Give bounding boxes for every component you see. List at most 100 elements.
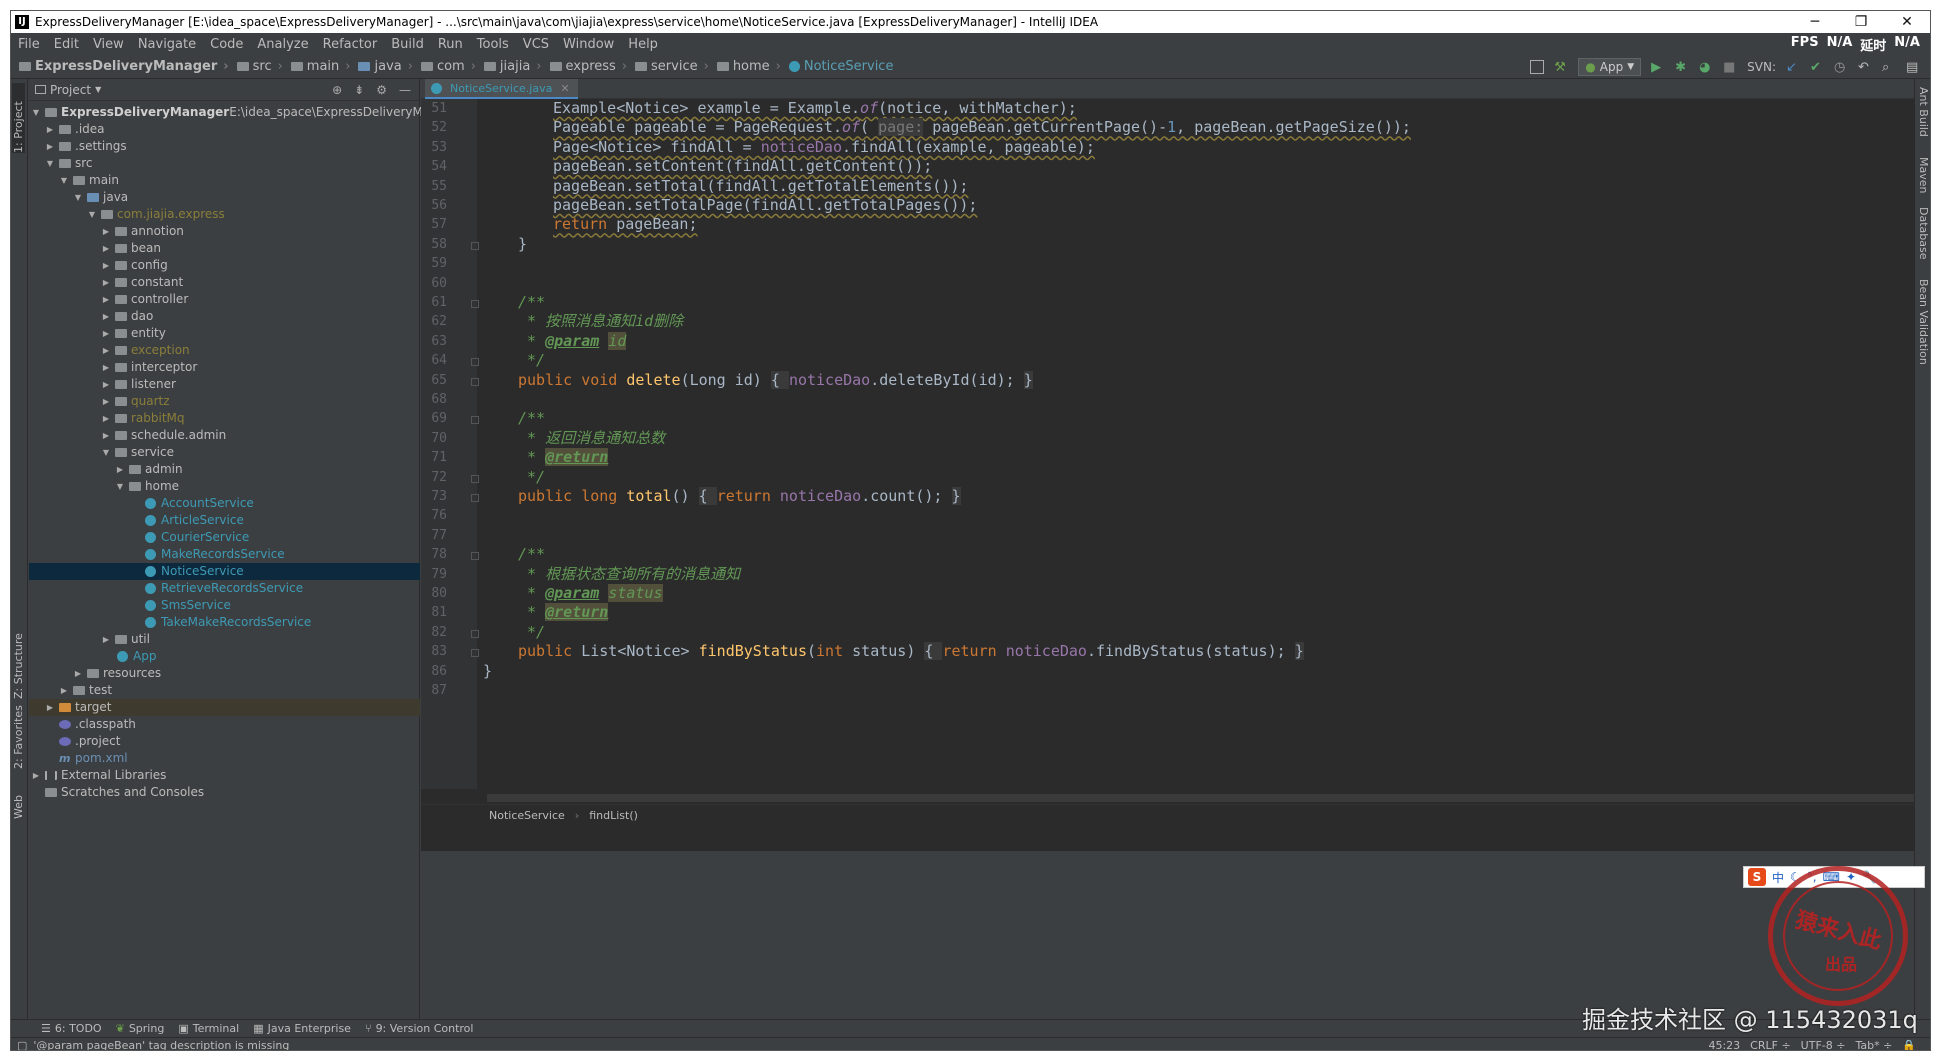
tree-item[interactable]: ▶ interceptor [29, 359, 420, 376]
menu-refactor[interactable]: Refactor [316, 37, 385, 52]
tab-maven[interactable]: Maven [1917, 157, 1930, 193]
tree-item[interactable]: ▶ annotion [29, 223, 420, 240]
locate-icon[interactable]: ⊕ [332, 83, 342, 97]
build-hammer-icon[interactable]: ⚒ [1554, 60, 1568, 75]
fold-marker-icon[interactable] [471, 494, 479, 502]
fold-marker-icon[interactable] [471, 416, 479, 425]
debug-icon[interactable]: ✱ [1675, 60, 1689, 75]
tree-item-class-selected[interactable]: NoticeService [29, 563, 420, 580]
tab-project[interactable]: 1: Project [12, 83, 25, 153]
menu-run[interactable]: Run [431, 37, 470, 52]
crumb-noticeservice[interactable]: NoticeService [781, 59, 893, 74]
code-area[interactable]: Example<Notice> example = Example.of(not… [483, 99, 1923, 789]
tree-item[interactable]: ▼ service [29, 444, 420, 461]
crumb-home[interactable]: home › [709, 59, 781, 74]
tree-item[interactable]: ▼ com.jiajia.express [29, 206, 420, 223]
tree-item[interactable]: Scratches and Consoles [29, 784, 420, 801]
tab-structure[interactable]: Z: Structure [12, 619, 25, 699]
tree-item[interactable]: ▶ .settings [29, 138, 420, 155]
tree-item[interactable]: ▶ exception [29, 342, 420, 359]
crumb-java[interactable]: java › [350, 59, 413, 74]
tree-item-class[interactable]: TakeMakeRecordsService [29, 614, 420, 631]
tool-java-enterprise[interactable]: ▦ Java Enterprise [253, 1022, 351, 1035]
tree-item[interactable]: ▶ resources [29, 665, 420, 682]
menu-analyze[interactable]: Analyze [250, 37, 315, 52]
tasks-icon[interactable]: ▤ [1906, 60, 1920, 75]
gear-icon[interactable]: ⚙ [376, 83, 387, 97]
search-icon[interactable]: ⌕ [1882, 60, 1896, 75]
project-view-select[interactable]: Project ▼ [35, 83, 101, 97]
project-structure-icon[interactable] [1530, 59, 1545, 74]
tree-item[interactable]: ▶ dao [29, 308, 420, 325]
tree-item[interactable]: ▶ bean [29, 240, 420, 257]
tree-item[interactable]: ▶ rabbitMq [29, 410, 420, 427]
tree-item-class[interactable]: ArticleService [29, 512, 420, 529]
tree-item[interactable]: ▶ entity [29, 325, 420, 342]
crumb-service[interactable]: service › [627, 59, 709, 74]
tree-item[interactable]: ▶ .idea [29, 121, 420, 138]
menu-tools[interactable]: Tools [470, 37, 516, 52]
tool-todo[interactable]: ☰ 6: TODO [41, 1022, 102, 1035]
tree-item[interactable]: ▶ test [29, 682, 420, 699]
menu-file[interactable]: File [11, 37, 47, 52]
history-icon[interactable]: ◷ [1834, 60, 1848, 75]
fold-marker-icon[interactable] [471, 300, 479, 308]
tree-item-file[interactable]: .classpath [29, 716, 420, 733]
tree-item-class[interactable]: AccountService [29, 495, 420, 512]
hide-icon[interactable]: — [399, 83, 411, 97]
tree-item-class[interactable]: RetrieveRecordsService [29, 580, 420, 597]
tab-favorites[interactable]: 2: Favorites [12, 699, 25, 769]
coverage-icon[interactable]: ◕ [1699, 60, 1713, 75]
tree-item[interactable]: ▶ controller [29, 291, 420, 308]
fold-marker-icon[interactable] [471, 358, 479, 367]
tree-item[interactable]: ▶ constant [29, 274, 420, 291]
crumb-main[interactable]: main › [283, 59, 350, 74]
run-config-select[interactable]: ● App ▼ [1578, 57, 1642, 76]
minimize-button[interactable]: ─ [1792, 14, 1838, 30]
fold-marker-icon[interactable] [471, 474, 479, 483]
tree-item[interactable]: ▶ config [29, 257, 420, 274]
tree-item-file[interactable]: m pom.xml [29, 750, 420, 767]
close-button[interactable]: ✕ [1884, 14, 1930, 30]
fold-marker-icon[interactable] [471, 629, 479, 638]
menu-window[interactable]: Window [556, 37, 621, 52]
tree-item[interactable]: ▶ listener [29, 376, 420, 393]
tree-item-class[interactable]: CourierService [29, 529, 420, 546]
tree-item[interactable]: ▼ home [29, 478, 420, 495]
tree-item[interactable]: ▶ util [29, 631, 420, 648]
fold-marker-icon[interactable] [471, 552, 479, 561]
revert-icon[interactable]: ↶ [1858, 60, 1872, 75]
breadcrumb-method[interactable]: findList() [589, 809, 638, 822]
breadcrumb-class[interactable]: NoticeService [489, 809, 565, 822]
crumb-src[interactable]: src › [229, 59, 283, 74]
tree-item[interactable]: ▶ quartz [29, 393, 420, 410]
indent-setting[interactable]: Tab* ÷ [1855, 1039, 1892, 1051]
crumb-jiajia[interactable]: jiajia › [476, 59, 542, 74]
menu-help[interactable]: Help [621, 37, 665, 52]
fold-marker-icon[interactable] [471, 377, 479, 386]
tree-item[interactable]: ▼ main [29, 172, 420, 189]
tab-web[interactable]: Web [12, 779, 25, 819]
close-tab-icon[interactable]: ✕ [560, 82, 569, 95]
menu-code[interactable]: Code [203, 37, 250, 52]
tree-item[interactable]: ▶ target [29, 699, 420, 716]
tree-item[interactable]: ▶ admin [29, 461, 420, 478]
menu-build[interactable]: Build [384, 37, 431, 52]
tool-terminal[interactable]: ▣ Terminal [178, 1022, 239, 1035]
tree-item[interactable]: ▶ schedule.admin [29, 427, 420, 444]
fold-marker-icon[interactable] [471, 241, 479, 250]
tab-ant-build[interactable]: Ant Build [1917, 87, 1930, 137]
tool-spring[interactable]: ❦ Spring [116, 1022, 165, 1035]
tree-item-class[interactable]: SmsService [29, 597, 420, 614]
menu-edit[interactable]: Edit [47, 37, 86, 52]
fold-marker-icon[interactable] [471, 649, 479, 658]
status-layout-icon[interactable]: ▢ [17, 1039, 27, 1051]
crumb-com[interactable]: com › [413, 59, 476, 74]
horizontal-scrollbar[interactable] [487, 794, 1927, 802]
ime-mode[interactable]: 中 [1772, 869, 1784, 886]
tree-item-file[interactable]: .project [29, 733, 420, 750]
crumb-express[interactable]: express › [542, 59, 627, 74]
svn-update-icon[interactable]: ↙ [1786, 60, 1800, 75]
tree-item[interactable]: ▶ External Libraries [29, 767, 420, 784]
menu-vcs[interactable]: VCS [516, 37, 556, 52]
